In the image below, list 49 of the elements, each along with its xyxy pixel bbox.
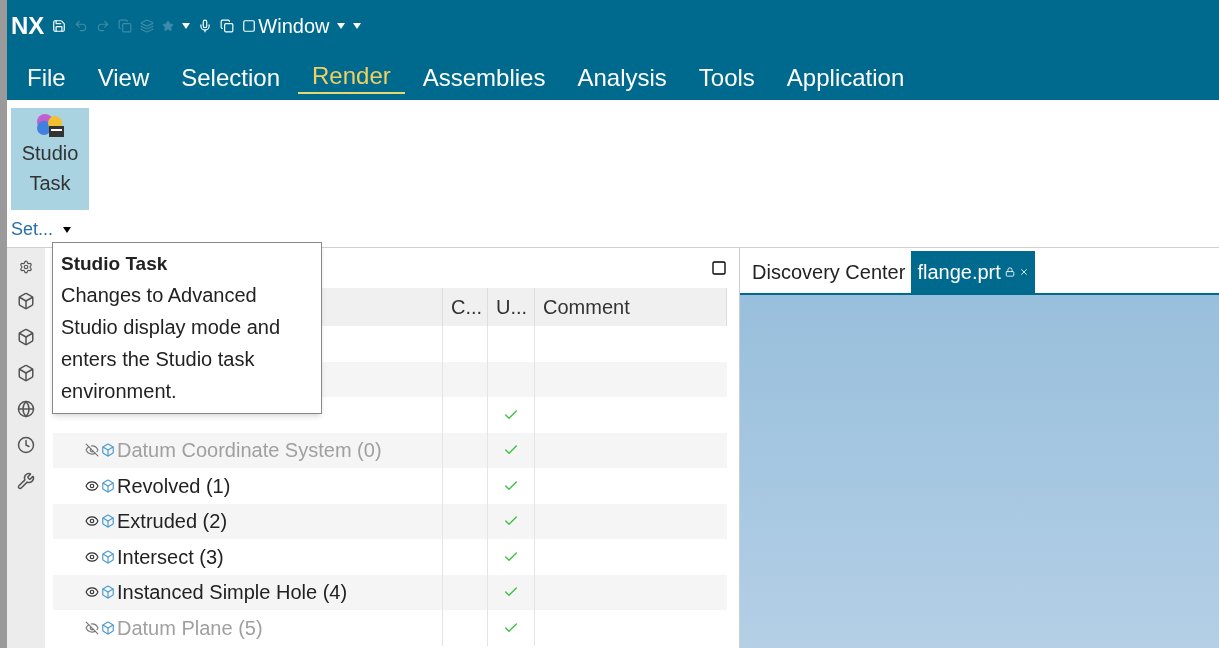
maximize-icon[interactable] — [711, 260, 727, 276]
app-logo: NX — [11, 11, 45, 41]
globe-icon[interactable] — [17, 400, 35, 418]
feature-name[interactable]: Revolved (1) — [117, 470, 231, 501]
document-tab[interactable]: flange.prt — [911, 251, 1035, 293]
feature-icon — [101, 549, 115, 564]
studio-spheres-icon — [35, 112, 65, 138]
menu-tab[interactable]: Render — [298, 60, 405, 94]
close-icon[interactable] — [1018, 267, 1029, 277]
document-tab[interactable]: Discovery Center — [746, 251, 912, 293]
window-menu[interactable]: Window — [258, 11, 330, 41]
eye-off-icon[interactable] — [85, 443, 99, 458]
part-icon[interactable] — [17, 292, 35, 310]
tooltip-text: Changes to Advanced Studio display mode and enters the Studio task environment. — [61, 283, 282, 404]
window-icon[interactable] — [242, 19, 257, 33]
window-caret-icon[interactable] — [337, 23, 346, 29]
feature-name[interactable]: Extruded (2) — [117, 506, 228, 537]
save-icon[interactable] — [52, 19, 67, 33]
studio-task-button[interactable]: Studio Task — [11, 108, 89, 210]
eye-icon[interactable] — [85, 478, 99, 493]
windows-icon[interactable] — [220, 19, 235, 33]
menu-tab[interactable]: Selection — [167, 62, 294, 94]
tools-icon[interactable] — [17, 472, 35, 490]
menu-tab[interactable]: View — [83, 62, 164, 94]
feature-name[interactable]: Intersect (3) — [117, 541, 224, 572]
eye-icon[interactable] — [85, 514, 99, 529]
microphone-icon[interactable] — [198, 19, 213, 33]
group-caret-icon[interactable] — [63, 226, 72, 233]
settings-icon[interactable] — [19, 260, 33, 274]
feature-icon — [101, 585, 115, 600]
clock-icon[interactable] — [17, 436, 35, 454]
menu-tab[interactable]: File — [13, 62, 80, 94]
star-icon[interactable] — [162, 20, 175, 32]
feature-icon — [101, 620, 115, 635]
eye-icon[interactable] — [85, 549, 99, 564]
feature-icon — [101, 514, 115, 529]
ribbon-group-label: Set... — [11, 218, 54, 241]
menu-tab[interactable]: Tools — [684, 62, 769, 94]
menu-tab[interactable]: Assemblies — [408, 62, 560, 94]
lock-icon — [1004, 267, 1015, 277]
menu-tab[interactable]: Application — [772, 62, 919, 94]
eye-off-icon[interactable] — [85, 620, 99, 635]
caret-icon[interactable] — [182, 23, 191, 29]
tooltip-title: Studio Task — [61, 252, 169, 276]
feature-icon — [101, 478, 115, 493]
feature-icon — [101, 443, 115, 458]
overflow-caret-icon[interactable] — [353, 23, 362, 29]
menu-tab[interactable]: Analysis — [563, 62, 681, 94]
eye-icon[interactable] — [85, 585, 99, 600]
